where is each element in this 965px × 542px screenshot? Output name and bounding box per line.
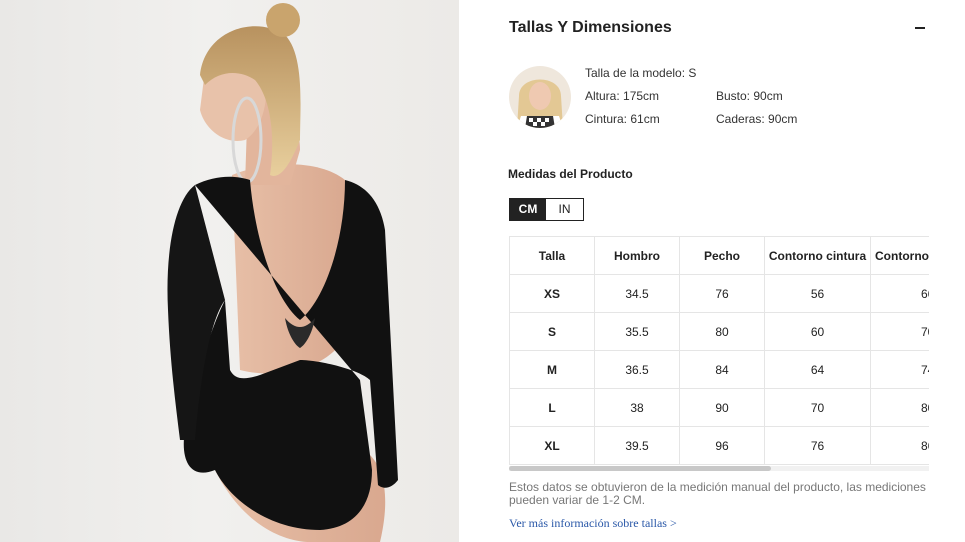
table-cell: 76 bbox=[679, 274, 765, 313]
table-cell: 34.5 bbox=[594, 274, 680, 313]
table-scrollbar[interactable] bbox=[509, 466, 929, 471]
table-cell: 56 bbox=[764, 274, 871, 313]
header-talla: Talla bbox=[509, 236, 595, 275]
table-cell: XL bbox=[509, 426, 595, 465]
table-row: XS 34.5 76 56 66 bbox=[509, 274, 929, 313]
model-waist: Cintura: 61cm bbox=[585, 112, 660, 126]
header-contorno-cintura: Contorno cintura bbox=[764, 236, 871, 275]
table-cell: 38 bbox=[594, 388, 680, 427]
measurement-note: Estos datos se obtuvieron de la medición… bbox=[509, 480, 926, 507]
size-table: Talla Hombro Pecho Contorno cintura Cont… bbox=[509, 236, 929, 465]
table-cell: 36.5 bbox=[594, 350, 680, 389]
panel-title: Tallas Y Dimensiones bbox=[509, 19, 672, 36]
table-cell: M bbox=[509, 350, 595, 389]
model-size: Talla de la modelo: S bbox=[585, 66, 697, 80]
table-cell: 70 bbox=[764, 388, 871, 427]
unit-in-button[interactable]: IN bbox=[546, 199, 583, 220]
model-bust: Busto: 90cm bbox=[716, 89, 783, 103]
table-cell: S bbox=[509, 312, 595, 351]
model-avatar bbox=[509, 66, 571, 128]
table-cell: 96 bbox=[679, 426, 765, 465]
table-cell: 80 bbox=[679, 312, 765, 351]
header-contorno: Contorno bbox=[870, 236, 929, 275]
table-cell: 74 bbox=[870, 350, 929, 389]
table-cell: 35.5 bbox=[594, 312, 680, 351]
table-row: XL 39.5 96 76 86 bbox=[509, 426, 929, 465]
unit-toggle: CM IN bbox=[509, 198, 584, 221]
size-info-link[interactable]: Ver más información sobre tallas > bbox=[509, 516, 677, 531]
model-hips: Caderas: 90cm bbox=[716, 112, 798, 126]
table-cell: 66 bbox=[870, 274, 929, 313]
table-cell: 39.5 bbox=[594, 426, 680, 465]
table-cell: 70 bbox=[870, 312, 929, 351]
table-cell: 60 bbox=[764, 312, 871, 351]
size-panel: Tallas Y Dimensiones Talla de la modelo:… bbox=[459, 0, 965, 542]
model-height: Altura: 175cm bbox=[585, 89, 660, 103]
measures-title: Medidas del Producto bbox=[508, 167, 633, 181]
table-scrollbar-thumb[interactable] bbox=[509, 466, 771, 471]
table-cell: 80 bbox=[870, 388, 929, 427]
table-cell: 90 bbox=[679, 388, 765, 427]
header-pecho: Pecho bbox=[679, 236, 765, 275]
table-cell: 64 bbox=[764, 350, 871, 389]
header-hombro: Hombro bbox=[594, 236, 680, 275]
minus-icon[interactable] bbox=[915, 27, 925, 29]
table-cell: 76 bbox=[764, 426, 871, 465]
unit-cm-button[interactable]: CM bbox=[510, 199, 546, 220]
product-photo bbox=[0, 0, 459, 542]
table-row: L 38 90 70 80 bbox=[509, 388, 929, 427]
table-row: M 36.5 84 64 74 bbox=[509, 350, 929, 389]
size-table-container[interactable]: Talla Hombro Pecho Contorno cintura Cont… bbox=[509, 236, 929, 466]
table-cell: XS bbox=[509, 274, 595, 313]
table-cell: 84 bbox=[679, 350, 765, 389]
table-row: S 35.5 80 60 70 bbox=[509, 312, 929, 351]
table-header-row: Talla Hombro Pecho Contorno cintura Cont… bbox=[509, 236, 929, 275]
table-cell: L bbox=[509, 388, 595, 427]
table-cell: 86 bbox=[870, 426, 929, 465]
